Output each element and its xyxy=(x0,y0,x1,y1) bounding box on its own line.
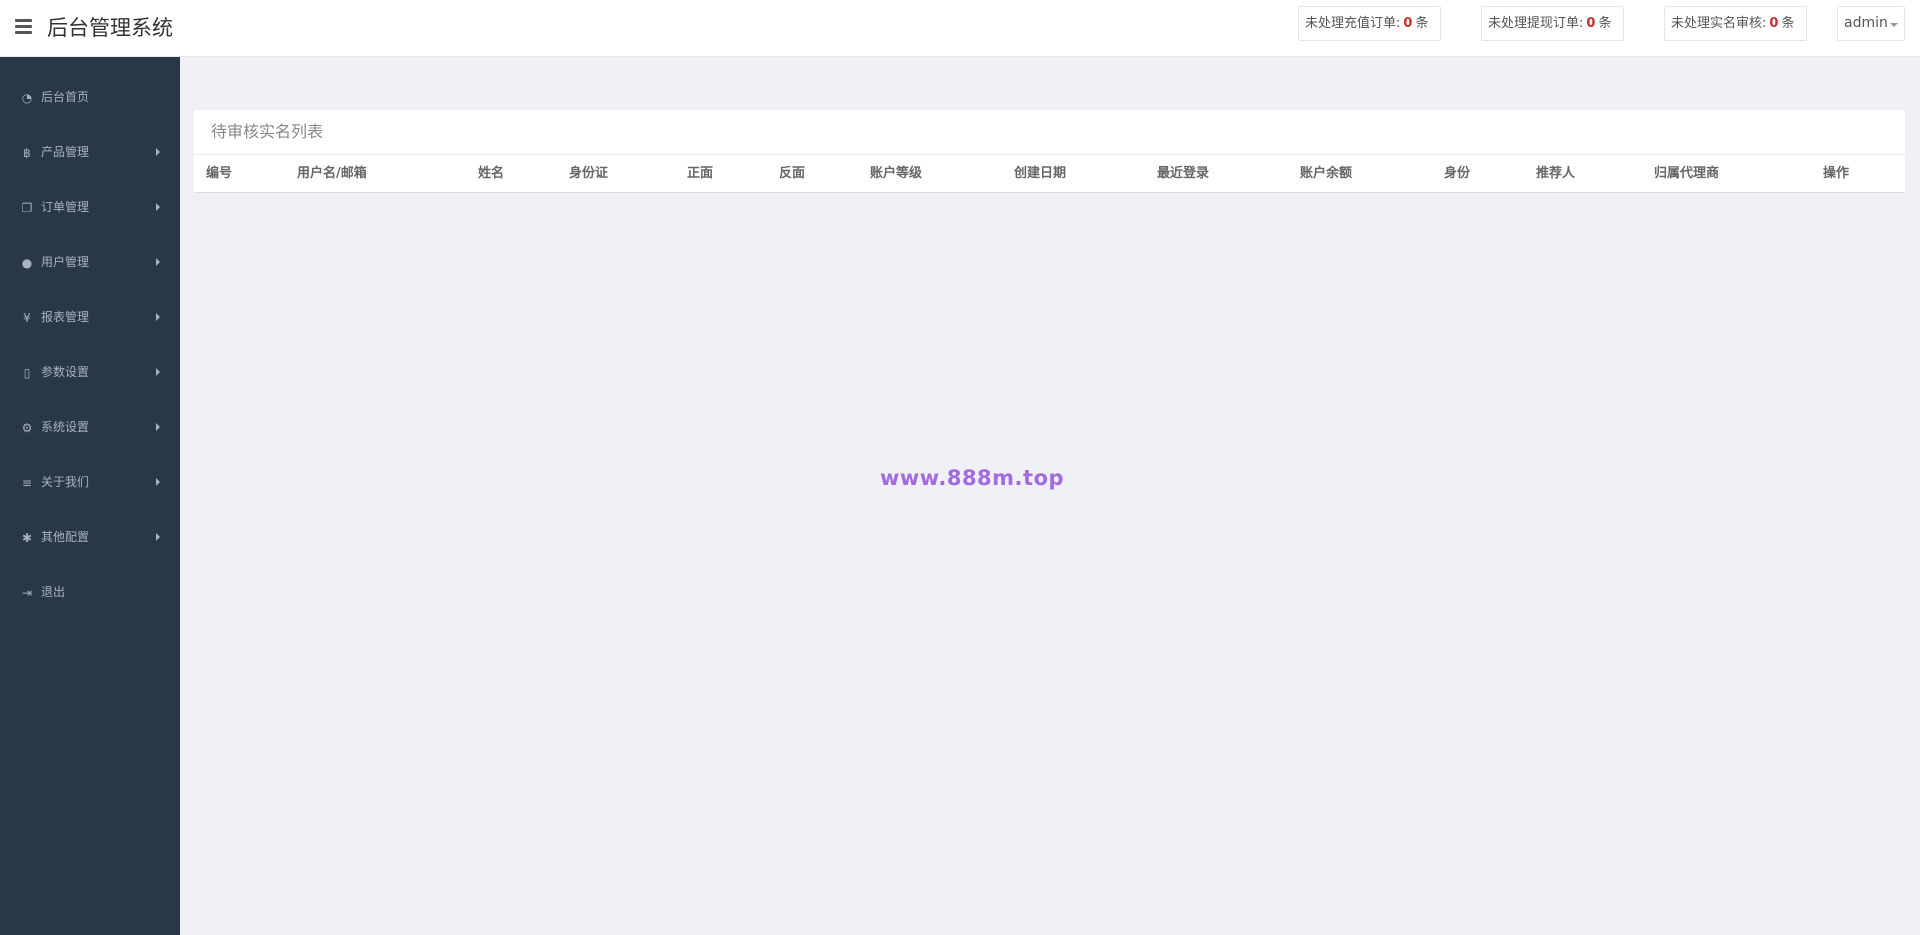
menu-toggle-icon[interactable] xyxy=(15,19,32,35)
stat-unit: 条 xyxy=(1415,16,1429,31)
gears-icon: ⚙ xyxy=(21,421,33,435)
sidebar-item-label: 后台首页 xyxy=(41,90,90,104)
panel-title: 待审核实名列表 xyxy=(211,122,324,141)
sidebar-item-label: 订单管理 xyxy=(41,200,90,214)
column-header: 身份证 xyxy=(569,166,609,181)
caret-right-icon xyxy=(156,203,160,211)
username: admin xyxy=(1844,15,1888,31)
sidebar-item-label: 参数设置 xyxy=(41,365,90,379)
sidebar-item-label: 系统设置 xyxy=(41,420,90,434)
sidebar-item-label: 用户管理 xyxy=(41,255,90,269)
caret-right-icon xyxy=(156,533,160,541)
caret-right-icon xyxy=(156,478,160,486)
column-header: 推荐人 xyxy=(1536,166,1576,181)
sidebar-item-label: 产品管理 xyxy=(41,145,90,159)
pending-realname-review[interactable]: 未处理实名审核: 0 条 xyxy=(1664,6,1807,41)
app-title: 后台管理系统 xyxy=(47,16,173,40)
stat-unit: 条 xyxy=(1781,16,1795,31)
user-dropdown[interactable]: admin xyxy=(1837,6,1905,41)
caret-down-icon xyxy=(1890,23,1898,27)
watermark-text: www.888m.top xyxy=(880,466,1065,490)
sidebar-item-label: 退出 xyxy=(41,585,66,599)
gear-icon: ✱ xyxy=(21,531,33,545)
dashboard-icon: ◔ xyxy=(21,91,33,105)
sidebar-item-system[interactable]: ⚙ 系统设置 xyxy=(0,400,180,455)
copy-icon: ❐ xyxy=(21,201,33,215)
file-icon: ▯ xyxy=(23,366,31,380)
caret-right-icon xyxy=(156,258,160,266)
sidebar-item-home[interactable]: ◔ 后台首页 xyxy=(0,70,180,125)
column-header: 用户名/邮箱 xyxy=(297,166,367,181)
sidebar-item-other[interactable]: ✱ 其他配置 xyxy=(0,510,180,565)
sidebar: ◔ 后台首页 ฿ 产品管理 ❐ 订单管理 ● 用户管理 ¥ 报表管理 ▯ 参数设… xyxy=(0,57,180,935)
sidebar-item-products[interactable]: ฿ 产品管理 xyxy=(0,125,180,180)
sidebar-item-logout[interactable]: ⇥ 退出 xyxy=(0,565,180,620)
stat-label: 未处理充值订单: xyxy=(1305,16,1401,31)
pending-withdraw-orders[interactable]: 未处理提现订单: 0 条 xyxy=(1481,6,1624,41)
realname-review-panel: 待审核实名列表 编号 用户名/邮箱 姓名 身份证 正面 反面 账户等级 创建日期… xyxy=(194,110,1905,193)
stat-unit: 条 xyxy=(1598,16,1612,31)
column-header: 身份 xyxy=(1444,166,1471,181)
divider xyxy=(194,154,1905,155)
column-header: 账户等级 xyxy=(870,166,923,181)
column-header: 编号 xyxy=(206,166,233,181)
caret-right-icon xyxy=(156,423,160,431)
sign-out-icon: ⇥ xyxy=(21,586,33,600)
caret-right-icon xyxy=(156,148,160,156)
column-header: 正面 xyxy=(687,166,714,181)
column-header: 创建日期 xyxy=(1014,166,1067,181)
column-header: 操作 xyxy=(1823,166,1850,181)
stat-label: 未处理提现订单: xyxy=(1488,16,1584,31)
sidebar-item-orders[interactable]: ❐ 订单管理 xyxy=(0,180,180,235)
sidebar-item-users[interactable]: ● 用户管理 xyxy=(0,235,180,290)
sidebar-item-about[interactable]: ≡ 关于我们 xyxy=(0,455,180,510)
top-header: 后台管理系统 未处理充值订单: 0 条 未处理提现订单: 0 条 未处理实名审核: 0 条 … xyxy=(0,0,1920,57)
sidebar-item-reports[interactable]: ¥ 报表管理 xyxy=(0,290,180,345)
sidebar-item-label: 关于我们 xyxy=(41,475,90,489)
user-icon: ● xyxy=(21,256,33,270)
yen-icon: ¥ xyxy=(23,311,31,325)
column-header: 最近登录 xyxy=(1157,166,1210,181)
bitcoin-icon: ฿ xyxy=(23,146,31,160)
stat-label: 未处理实名审核: xyxy=(1671,16,1767,31)
caret-right-icon xyxy=(156,313,160,321)
sidebar-item-params[interactable]: ▯ 参数设置 xyxy=(0,345,180,400)
column-header: 账户余额 xyxy=(1300,166,1353,181)
caret-right-icon xyxy=(156,368,160,376)
pending-recharge-orders[interactable]: 未处理充值订单: 0 条 xyxy=(1298,6,1441,41)
column-header: 姓名 xyxy=(478,166,505,181)
sidebar-item-label: 其他配置 xyxy=(41,530,90,544)
column-header: 归属代理商 xyxy=(1654,166,1720,181)
stat-count: 0 xyxy=(1403,16,1413,31)
stat-count: 0 xyxy=(1769,16,1779,31)
stat-count: 0 xyxy=(1586,16,1596,31)
list-icon: ≡ xyxy=(21,476,33,490)
column-header: 反面 xyxy=(779,166,806,181)
sidebar-item-label: 报表管理 xyxy=(41,310,90,324)
